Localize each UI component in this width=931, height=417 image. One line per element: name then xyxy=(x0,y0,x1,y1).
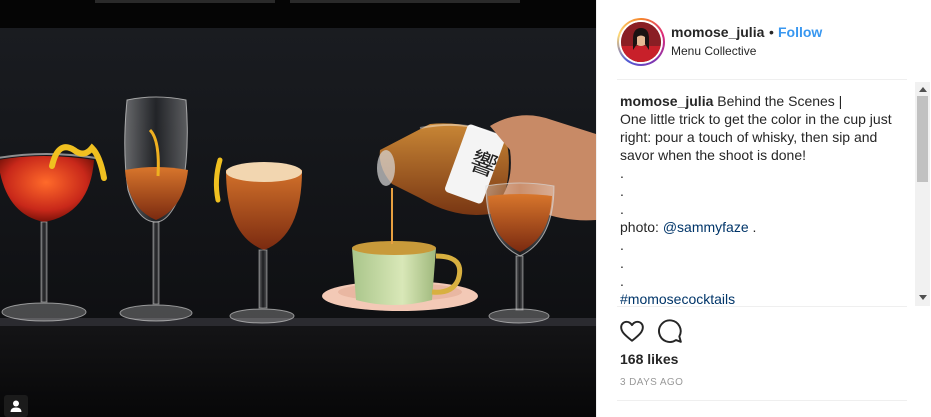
caption-dot: . xyxy=(620,273,624,289)
photo-credit-suffix: . xyxy=(748,219,757,235)
avatar-image xyxy=(621,22,661,62)
caption-dot: . xyxy=(620,255,624,271)
scroll-down-arrow[interactable] xyxy=(919,295,927,300)
tulip-glass xyxy=(119,96,193,322)
comment-icon xyxy=(658,319,682,343)
user-tag-button[interactable] xyxy=(4,395,28,417)
divider xyxy=(617,306,907,307)
location-link[interactable]: Menu Collective xyxy=(671,44,756,58)
heart-icon xyxy=(620,320,644,342)
comment-button[interactable] xyxy=(657,318,683,344)
caption: momose_julia Behind the Scenes | One lit… xyxy=(620,92,912,306)
post-sidebar: momose_julia • Follow Menu Collective mo… xyxy=(596,0,931,417)
caption-scrollbar[interactable] xyxy=(915,82,930,306)
caption-dot: . xyxy=(620,201,624,217)
coupe-glass xyxy=(0,143,107,322)
post-timestamp[interactable]: 3 days ago xyxy=(620,377,683,388)
scroll-up-arrow[interactable] xyxy=(919,87,927,92)
photo-credit-label: photo: xyxy=(620,219,663,235)
caption-line-1: Behind the Scenes | xyxy=(717,93,843,109)
separator-dot: • xyxy=(769,24,774,40)
post-photo[interactable]: 響 xyxy=(0,0,596,417)
divider xyxy=(617,79,907,80)
like-count[interactable]: 168 likes xyxy=(620,351,678,367)
teacup xyxy=(322,241,478,311)
wine-glass xyxy=(213,157,302,324)
user-tag-icon xyxy=(10,400,22,412)
photo-credit-mention[interactable]: @sammyfaze xyxy=(663,219,749,235)
caption-username[interactable]: momose_julia xyxy=(620,93,713,109)
caption-dot: . xyxy=(620,237,624,253)
divider xyxy=(617,400,907,401)
cocktail-scene: 響 xyxy=(0,96,596,324)
caption-scroll-area[interactable]: momose_julia Behind the Scenes | One lit… xyxy=(597,82,931,306)
post-header: momose_julia • Follow Menu Collective xyxy=(597,0,931,80)
caption-dot: . xyxy=(620,165,624,181)
header-username[interactable]: momose_julia xyxy=(671,24,764,40)
small-glass xyxy=(485,182,555,324)
like-button[interactable] xyxy=(619,318,645,344)
scroll-thumb[interactable] xyxy=(917,96,928,182)
follow-button[interactable]: Follow xyxy=(778,24,822,40)
caption-line-2: One little trick to get the color in the… xyxy=(620,111,892,163)
caption-dot: . xyxy=(620,183,624,199)
hashtag-link[interactable]: #momosecocktails xyxy=(620,290,912,306)
avatar[interactable] xyxy=(617,18,665,66)
